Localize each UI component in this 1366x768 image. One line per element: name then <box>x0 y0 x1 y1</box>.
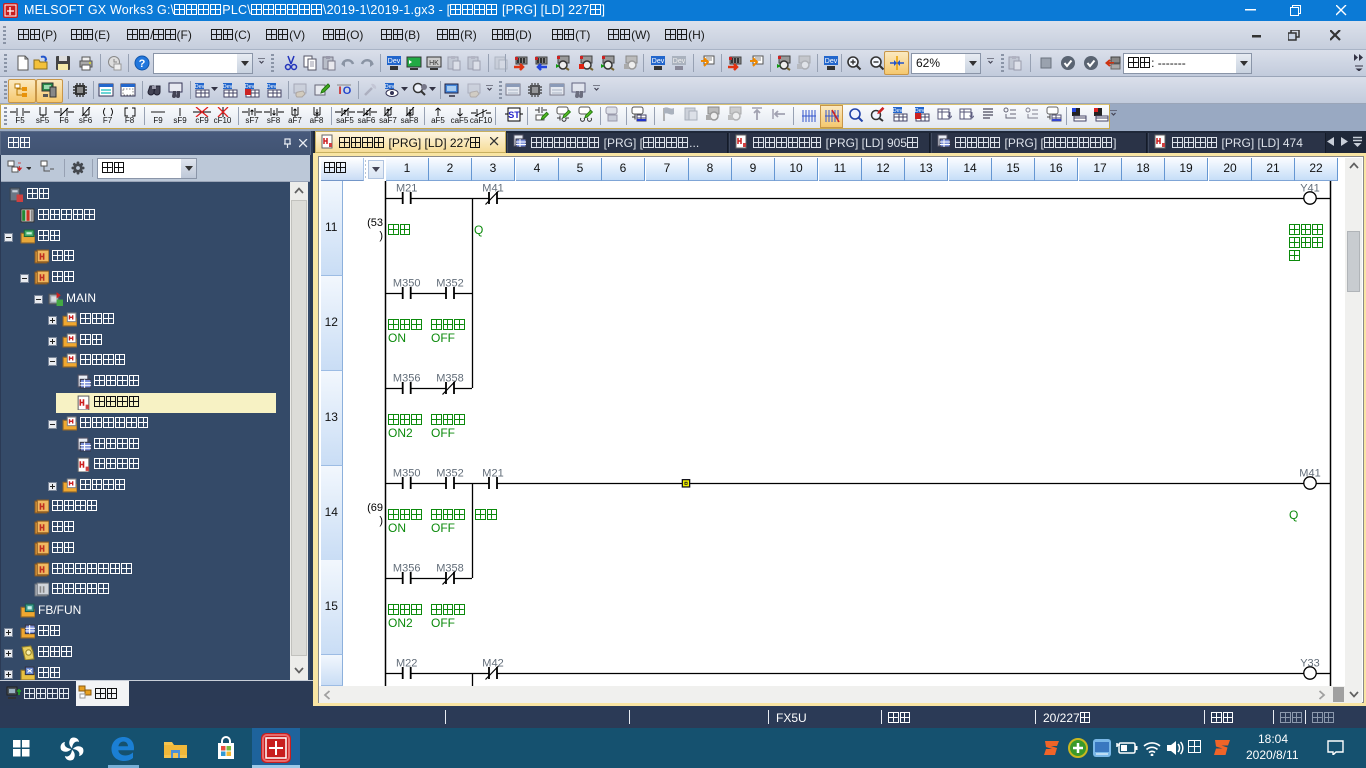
svg-text:): ) <box>379 515 383 527</box>
svg-text:M352: M352 <box>436 468 464 480</box>
svg-text:M42: M42 <box>482 658 503 670</box>
svg-text:(69: (69 <box>367 502 383 514</box>
svg-text:M22: M22 <box>396 658 417 670</box>
svg-text:Y41: Y41 <box>1300 183 1320 195</box>
svg-text:M356: M356 <box>393 563 421 575</box>
svg-text:M41: M41 <box>482 183 503 195</box>
svg-text:(53: (53 <box>367 217 383 229</box>
svg-text:): ) <box>379 230 383 242</box>
svg-text:M352: M352 <box>436 278 464 290</box>
svg-text:M358: M358 <box>436 563 464 575</box>
svg-text:M21: M21 <box>396 183 417 195</box>
svg-text:M350: M350 <box>393 468 421 480</box>
svg-text:Y33: Y33 <box>1300 658 1320 670</box>
svg-text:M41: M41 <box>1299 468 1320 480</box>
svg-text:M350: M350 <box>393 278 421 290</box>
svg-text:M21: M21 <box>482 468 503 480</box>
svg-text:M358: M358 <box>436 373 464 385</box>
svg-text:M356: M356 <box>393 373 421 385</box>
